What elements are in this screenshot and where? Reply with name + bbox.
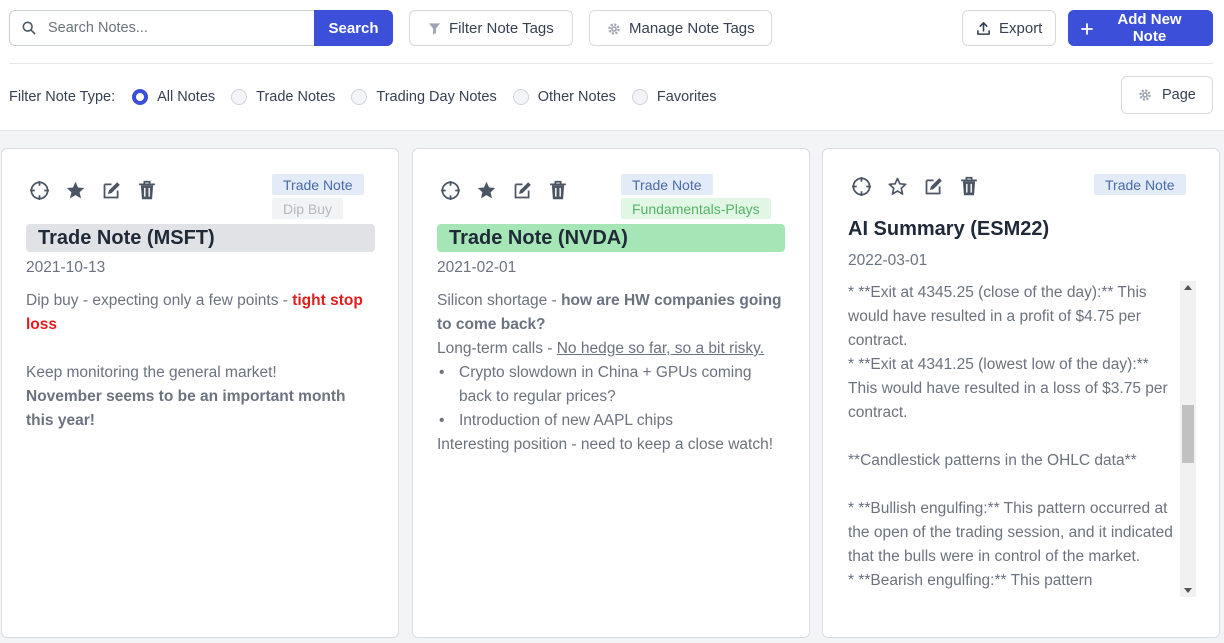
toolbar: Search Filter Note Tags Manage Note Tags… [0,0,1224,130]
search-bar: Search [9,10,393,46]
edit-icon[interactable] [511,179,533,201]
tag-badge: Trade Note [621,174,713,195]
trash-icon[interactable] [136,179,158,201]
radio-button[interactable] [631,89,648,105]
scrollbar[interactable] [1180,281,1196,597]
radio-label: Trading Day Notes [376,89,497,105]
note-body: Dip buy - expecting only a few points - … [26,289,376,433]
body-text: Keep monitoring the general market! [26,364,277,381]
page-settings-button[interactable]: Page [1121,76,1213,114]
star-filled-icon[interactable] [64,179,86,201]
manage-note-tags-label: Manage Note Tags [629,19,755,37]
radio-label: Trade Notes [256,89,336,105]
manage-note-tags-button[interactable]: Manage Note Tags [589,10,772,46]
radio-button[interactable] [132,89,149,105]
note-date: 2021-10-13 [26,259,106,276]
star-outline-icon[interactable] [886,175,908,197]
note-date: 2021-02-01 [437,259,517,276]
radio-button[interactable] [351,89,368,105]
note-card-actions [850,175,980,197]
scroll-down-arrow-icon[interactable] [1184,588,1192,593]
export-button[interactable]: Export [962,10,1056,46]
body-text: Interesting position - need to keep a cl… [437,436,774,453]
scrollbar-thumb[interactable] [1182,405,1194,463]
search-field[interactable] [9,10,314,46]
radio-button[interactable] [512,89,529,105]
export-icon [976,20,991,37]
divider [9,63,1213,64]
note-card-actions [28,179,158,201]
note-title: AI Summary (ESM22) [848,218,1050,240]
add-new-note-button[interactable]: Add New Note [1068,10,1213,46]
body-text: Silicon shortage - [437,292,562,309]
gear-icon [607,20,621,37]
body-text: Dip buy - expecting only a few points - [26,292,293,309]
note-type-filter: Filter Note Type: All Notes Trade Notes … [9,87,733,107]
crosshair-icon[interactable] [28,179,50,201]
radio-all-notes[interactable]: All Notes [132,89,215,105]
trash-icon[interactable] [547,179,569,201]
list-item: Crypto slowdown in China + GPUs coming b… [437,361,782,409]
crosshair-icon[interactable] [439,179,461,201]
note-body: Silicon shortage - how are HW companies … [437,289,782,457]
plus-icon [1081,20,1093,37]
trash-icon[interactable] [958,175,980,197]
tag-badge: Dip Buy [272,198,344,219]
list-item: Introduction of new AAPL chips [437,409,782,433]
edit-icon[interactable] [100,179,122,201]
tag-badge: Trade Note [272,174,364,195]
add-new-note-label: Add New Note [1117,11,1182,45]
page-label: Page [1162,87,1196,103]
filter-icon [428,20,441,37]
radio-trade-notes[interactable]: Trade Notes [231,89,335,105]
gear-icon [1138,87,1152,103]
body-text: Long-term calls - [437,340,557,357]
radio-trading-day-notes[interactable]: Trading Day Notes [351,89,497,105]
filter-note-type-label: Filter Note Type: [9,89,116,105]
note-title: Trade Note (MSFT) [26,224,375,252]
search-icon [22,19,36,37]
filter-note-tags-button[interactable]: Filter Note Tags [409,10,573,46]
radio-label: Other Notes [537,89,616,105]
note-date: 2022-03-01 [848,252,928,269]
underlined-text: No hedge so far, so a bit risky. [556,340,765,357]
radio-favorites[interactable]: Favorites [631,89,717,105]
crosshair-icon[interactable] [850,175,872,197]
radio-other-notes[interactable]: Other Notes [512,89,616,105]
export-label: Export [999,19,1043,37]
radio-label: All Notes [157,89,216,105]
edit-icon[interactable] [922,175,944,197]
note-body-scroll[interactable]: * **Exit at 4345.25 (close of the day):*… [848,281,1196,597]
note-title: Trade Note (NVDA) [437,224,785,252]
radio-label: Favorites [656,89,717,105]
search-button[interactable]: Search [314,10,393,46]
tag-badge: Fundamentals-Plays [621,198,771,219]
radio-button[interactable] [231,89,248,105]
filter-note-tags-label: Filter Note Tags [449,19,554,37]
star-filled-icon[interactable] [475,179,497,201]
note-card-actions [439,179,569,201]
search-input[interactable] [48,20,288,36]
tag-badge: Trade Note [1094,174,1186,195]
bold-text: November seems to be an important month … [26,388,346,429]
scroll-up-arrow-icon[interactable] [1184,285,1192,290]
note-body: * **Exit at 4345.25 (close of the day):*… [848,284,1173,589]
